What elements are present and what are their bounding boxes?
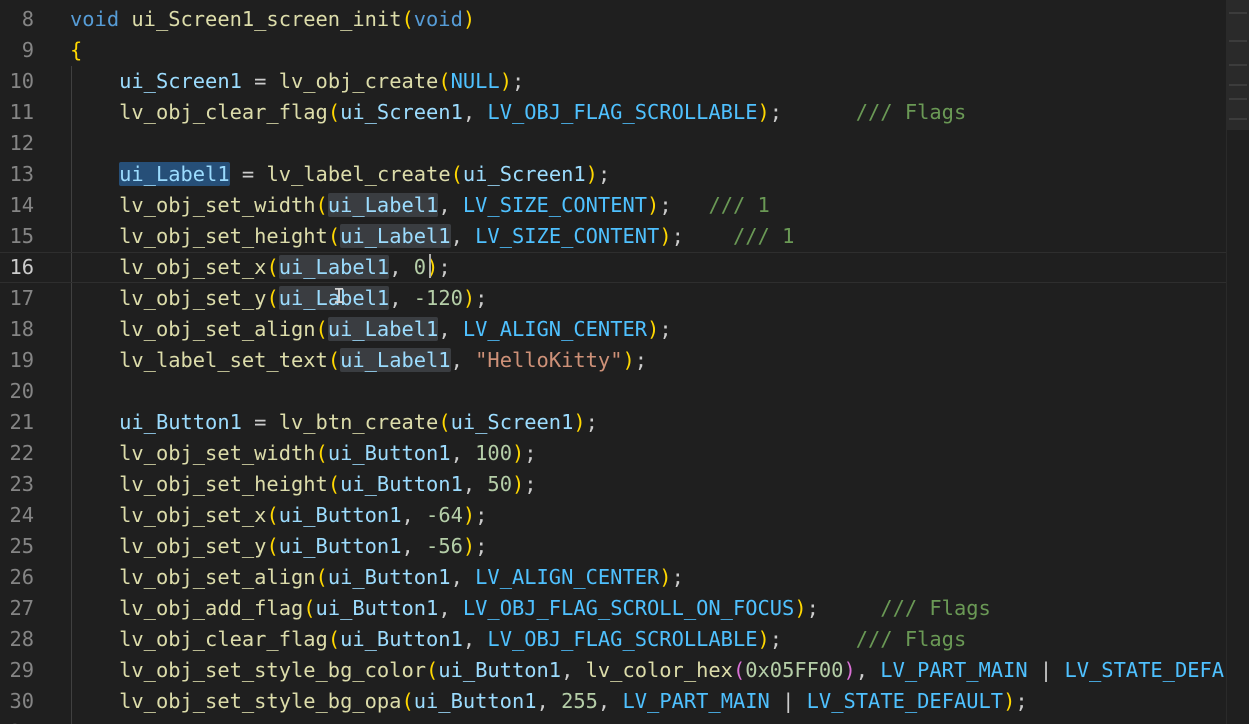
line-number: 12 bbox=[9, 131, 34, 155]
line-number: 26 bbox=[9, 565, 34, 589]
code-line[interactable]: 21 ui_Button1 = lv_btn_create(ui_Screen1… bbox=[0, 407, 1227, 438]
line-number: 27 bbox=[9, 596, 34, 620]
code-text: lv_obj_set_align(ui_Label1, LV_ALIGN_CEN… bbox=[119, 317, 672, 341]
line-number: 22 bbox=[9, 441, 34, 465]
code-editor[interactable]: 8 void ui_Screen1_screen_init(void) 9{10 u… bbox=[0, 0, 1249, 724]
code-line[interactable]: 19 lv_label_set_text(ui_Label1, "HelloKi… bbox=[0, 345, 1227, 376]
minimap-line bbox=[1229, 40, 1247, 42]
ibeam-cursor-icon: I bbox=[333, 284, 346, 308]
minimap-line bbox=[1229, 98, 1247, 100]
line-number: 13 bbox=[9, 162, 34, 186]
symbol-highlight: ui_Label1 bbox=[340, 348, 451, 372]
minimap-line bbox=[1229, 12, 1247, 14]
line-number: 28 bbox=[9, 627, 34, 651]
line-number: 11 bbox=[9, 100, 34, 124]
code-text: lv_obj_set_width(ui_Button1, 100); bbox=[119, 441, 537, 465]
code-line[interactable]: 16 lv_obj_set_x(ui_Label1, 0); bbox=[0, 252, 1227, 283]
symbol-highlight: ui_Label1 bbox=[278, 255, 390, 279]
line-number: 9 bbox=[21, 38, 34, 62]
code-text: ui_Label1 = lv_label_create(ui_Screen1); bbox=[119, 162, 611, 186]
code-text: lv_obj_clear_flag(ui_Button1, LV_OBJ_FLA… bbox=[119, 627, 967, 651]
symbol-highlight: ui_Label1 bbox=[340, 224, 451, 248]
code-line[interactable]: 9{ bbox=[0, 35, 1227, 66]
line-number: 25 bbox=[9, 534, 34, 558]
code-line[interactable]: 13 ui_Label1 = lv_label_create(ui_Screen… bbox=[0, 159, 1227, 190]
code-line[interactable]: 10 ui_Screen1 = lv_obj_create(NULL); bbox=[0, 66, 1227, 97]
code-text: ui_Button1 = lv_btn_create(ui_Screen1); bbox=[119, 410, 598, 434]
code-line[interactable]: 17 lv_obj_set_y(ui_Label1, -120); bbox=[0, 283, 1227, 314]
code-text: lv_obj_add_flag(ui_Button1, LV_OBJ_FLAG_… bbox=[119, 596, 991, 620]
line-number: 29 bbox=[9, 658, 34, 682]
code-line[interactable]: 26 lv_obj_set_align(ui_Button1, LV_ALIGN… bbox=[0, 562, 1227, 593]
code-line[interactable]: 11 lv_obj_clear_flag(ui_Screen1, LV_OBJ_… bbox=[0, 97, 1227, 128]
line-number: 14 bbox=[9, 193, 34, 217]
code-text: lv_obj_set_x(ui_Button1, -64); bbox=[119, 503, 488, 527]
code-line[interactable]: 14 lv_obj_set_width(ui_Label1, LV_SIZE_C… bbox=[0, 190, 1227, 221]
code-line[interactable]: 24 lv_obj_set_x(ui_Button1, -64); bbox=[0, 500, 1227, 531]
code-text: lv_obj_set_height(ui_Label1, LV_SIZE_CON… bbox=[119, 224, 795, 248]
code-text: void ui_Screen1_screen_init(void) bbox=[70, 7, 476, 31]
code-text: lv_obj_set_style_bg_opa(ui_Button1, 255,… bbox=[119, 689, 1028, 713]
line-number: 15 bbox=[9, 224, 34, 248]
code-text: lv_obj_set_align(ui_Button1, LV_ALIGN_CE… bbox=[119, 565, 684, 589]
code-text: lv_obj_set_width(ui_Label1, LV_SIZE_CONT… bbox=[119, 193, 770, 217]
symbol-highlight: ui_Label1 bbox=[327, 317, 439, 341]
code-text: lv_obj_set_y(ui_Button1, -56); bbox=[119, 534, 488, 558]
code-line[interactable]: 29 lv_obj_set_style_bg_color(ui_Button1,… bbox=[0, 655, 1227, 686]
minimap-line bbox=[1229, 84, 1247, 86]
line-number: 23 bbox=[9, 472, 34, 496]
line-number: 20 bbox=[9, 379, 34, 403]
line-number: 31 bbox=[0, 717, 34, 724]
code-line[interactable]: 22 lv_obj_set_width(ui_Button1, 100); bbox=[0, 438, 1227, 469]
line-number: 30 bbox=[9, 689, 34, 713]
code-text: lv_obj_set_height(ui_Button1, 50); bbox=[119, 472, 537, 496]
line-number: 19 bbox=[9, 348, 34, 372]
line-number: 10 bbox=[9, 69, 34, 93]
code-line[interactable]: 15 lv_obj_set_height(ui_Label1, LV_SIZE_… bbox=[0, 221, 1227, 252]
line-number: 24 bbox=[9, 503, 34, 527]
line-number: 8 bbox=[21, 7, 34, 31]
code-line[interactable]: 27 lv_obj_add_flag(ui_Button1, LV_OBJ_FL… bbox=[0, 593, 1227, 624]
code-line[interactable]: 8 void ui_Screen1_screen_init(void) bbox=[0, 4, 1227, 35]
code-line[interactable]: 18 lv_obj_set_align(ui_Label1, LV_ALIGN_… bbox=[0, 314, 1227, 345]
symbol-highlight: ui_Label1 bbox=[119, 162, 230, 186]
code-line[interactable]: 31 bbox=[0, 717, 1227, 724]
code-text: lv_obj_set_y(ui_Label1, -120); bbox=[119, 286, 488, 310]
line-number: 17 bbox=[9, 286, 34, 310]
code-text: lv_obj_set_x(ui_Label1, 0); bbox=[119, 255, 451, 279]
code-line[interactable]: 30 lv_obj_set_style_bg_opa(ui_Button1, 2… bbox=[0, 686, 1227, 717]
code-text: ui_Screen1 = lv_obj_create(NULL); bbox=[119, 69, 525, 93]
code-line[interactable]: 12 bbox=[0, 128, 1227, 159]
code-line[interactable]: 23 lv_obj_set_height(ui_Button1, 50); bbox=[0, 469, 1227, 500]
code-text: lv_label_set_text(ui_Label1, "HelloKitty… bbox=[119, 348, 648, 372]
code-line[interactable]: 20 bbox=[0, 376, 1227, 407]
minimap[interactable] bbox=[1226, 0, 1249, 724]
text-cursor bbox=[429, 254, 431, 278]
line-number: 21 bbox=[9, 410, 34, 434]
symbol-highlight: ui_Label1 bbox=[327, 193, 439, 217]
line-number: 16 bbox=[9, 255, 34, 279]
code-text: lv_obj_set_style_bg_color(ui_Button1, lv… bbox=[119, 658, 1225, 682]
code-text: { bbox=[70, 38, 83, 62]
line-number: 18 bbox=[9, 317, 34, 341]
code-text: lv_obj_clear_flag(ui_Screen1, LV_OBJ_FLA… bbox=[119, 100, 967, 124]
minimap-line bbox=[1229, 118, 1247, 120]
code-line[interactable]: 28 lv_obj_clear_flag(ui_Button1, LV_OBJ_… bbox=[0, 624, 1227, 655]
minimap-line bbox=[1229, 64, 1247, 66]
code-line[interactable]: 25 lv_obj_set_y(ui_Button1, -56); bbox=[0, 531, 1227, 562]
